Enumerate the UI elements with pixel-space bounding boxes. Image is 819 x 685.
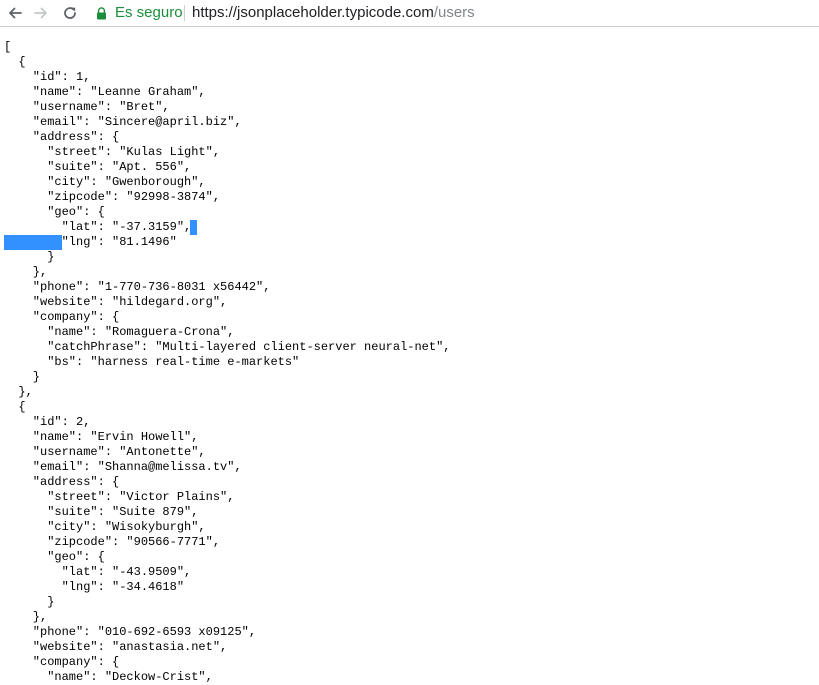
json-line: "username": "Antonette",: [4, 445, 206, 459]
json-line: "address": {: [4, 130, 120, 144]
json-line: [: [4, 40, 12, 54]
back-button[interactable]: [4, 2, 26, 24]
json-line: "website": "hildegard.org",: [4, 295, 228, 309]
back-arrow-icon: [9, 7, 22, 19]
text-selection-highlight: [4, 235, 62, 250]
json-line: "address": {: [4, 475, 120, 489]
json-line: }: [4, 370, 41, 384]
reload-icon: [64, 7, 76, 19]
json-line: "lng": "81.1496": [4, 235, 177, 250]
json-line: "phone": "1-770-736-8031 x56442",: [4, 280, 271, 294]
json-line: "suite": "Suite 879",: [4, 505, 199, 519]
lock-icon: [97, 6, 106, 19]
json-line: "street": "Kulas Light",: [4, 145, 221, 159]
json-line: "name": "Deckow-Crist",: [4, 670, 213, 684]
json-line: {: [4, 55, 26, 69]
json-content: [ { "id": 1, "name": "Leanne Graham", "u…: [4, 40, 450, 685]
json-line: "geo": {: [4, 205, 105, 219]
json-line: "phone": "010-692-6593 x09125",: [4, 625, 257, 639]
json-line: "lat": "-37.3159",: [4, 220, 450, 235]
address-bar[interactable]: https://jsonplaceholder.typicode.com/use…: [192, 4, 475, 22]
browser-toolbar: Es seguro https://jsonplaceholder.typico…: [0, 0, 819, 27]
json-line: "zipcode": "92998-3874",: [4, 190, 221, 204]
json-line: "geo": {: [4, 550, 105, 564]
json-line: },: [4, 610, 48, 624]
json-line: "bs": "harness real-time e-markets": [4, 355, 300, 369]
json-line: "id": 1,: [4, 70, 91, 84]
json-line: "zipcode": "90566-7771",: [4, 535, 221, 549]
json-line: "city": "Gwenborough",: [4, 175, 206, 189]
json-line: "name": "Ervin Howell",: [4, 430, 199, 444]
security-indicator[interactable]: Es seguro: [96, 4, 183, 22]
json-line: "username": "Bret",: [4, 100, 170, 114]
json-line: "city": "Wisokyburgh",: [4, 520, 206, 534]
json-line: "company": {: [4, 310, 120, 324]
json-line: "email": "Shanna@melissa.tv",: [4, 460, 242, 474]
url-host: https://jsonplaceholder.typicode.com: [192, 4, 434, 21]
json-line: "catchPhrase": "Multi-layered client-ser…: [4, 340, 451, 354]
json-line: "lat": "-43.9509",: [4, 565, 192, 579]
json-line: "website": "anastasia.net",: [4, 640, 228, 654]
json-line: }: [4, 595, 55, 609]
url-path: /users: [433, 4, 475, 21]
json-line: "company": {: [4, 655, 120, 669]
json-line: }: [4, 250, 55, 264]
json-line: "name": "Leanne Graham",: [4, 85, 206, 99]
json-line: {: [4, 400, 26, 414]
omnibox-divider: [184, 5, 185, 21]
forward-button[interactable]: [30, 2, 52, 24]
json-line: "suite": "Apt. 556",: [4, 160, 192, 174]
forward-arrow-icon: [34, 7, 47, 19]
json-line: "lng": "-34.4618": [4, 580, 185, 594]
text-selection-highlight: [190, 220, 197, 235]
security-label: Es seguro: [115, 4, 183, 21]
json-line: },: [4, 265, 48, 279]
json-line: "name": "Romaguera-Crona",: [4, 325, 235, 339]
json-line: "id": 2,: [4, 415, 91, 429]
reload-button[interactable]: [59, 2, 81, 24]
json-line: "street": "Victor Plains",: [4, 490, 235, 504]
json-line: "email": "Sincere@april.biz",: [4, 115, 242, 129]
json-line: },: [4, 385, 33, 399]
